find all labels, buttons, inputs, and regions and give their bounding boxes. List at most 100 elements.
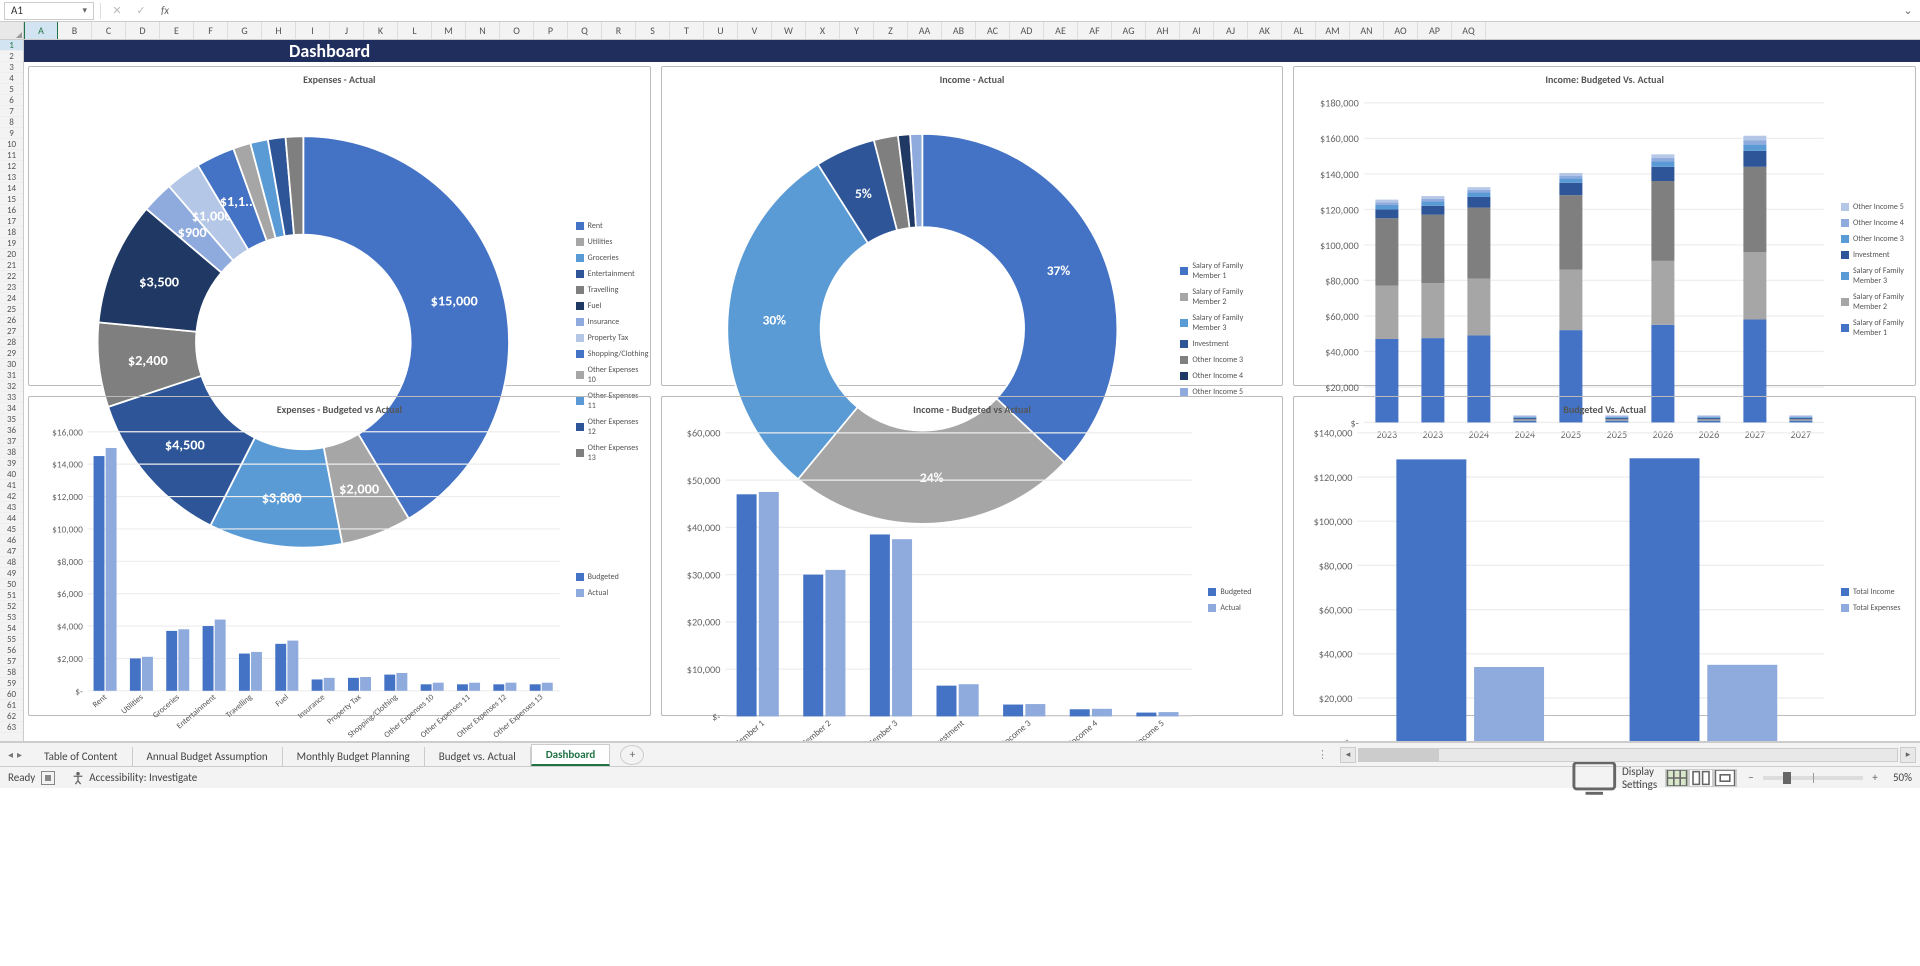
row-header[interactable]: 27 — [0, 326, 23, 337]
row-header[interactable]: 28 — [0, 337, 23, 348]
fx-icon[interactable]: fx — [155, 2, 175, 20]
column-header[interactable]: B — [58, 22, 92, 39]
row-header[interactable]: 16 — [0, 205, 23, 216]
column-header[interactable]: AK — [1248, 22, 1282, 39]
row-header[interactable]: 2 — [0, 51, 23, 62]
row-header[interactable]: 9 — [0, 128, 23, 139]
select-all-corner[interactable] — [0, 22, 24, 39]
column-header[interactable]: E — [160, 22, 194, 39]
column-header[interactable]: AH — [1146, 22, 1180, 39]
column-header[interactable]: G — [228, 22, 262, 39]
row-header[interactable]: 19 — [0, 238, 23, 249]
row-header[interactable]: 42 — [0, 491, 23, 502]
sheet-tab[interactable]: Monthly Budget Planning — [283, 747, 425, 766]
row-header[interactable]: 25 — [0, 304, 23, 315]
zoom-control[interactable]: − + 50% — [1743, 771, 1912, 784]
column-header[interactable]: V — [738, 22, 772, 39]
chart-income-actual[interactable]: Income - Actual 37%24%30%5% Salary of Fa… — [661, 66, 1284, 386]
column-header[interactable]: AL — [1282, 22, 1316, 39]
row-header[interactable]: 50 — [0, 579, 23, 590]
row-header[interactable]: 63 — [0, 722, 23, 733]
row-header[interactable]: 43 — [0, 502, 23, 513]
row-header[interactable]: 51 — [0, 590, 23, 601]
row-header[interactable]: 1 — [0, 40, 23, 51]
row-header[interactable]: 6 — [0, 95, 23, 106]
view-page-break-icon[interactable] — [1713, 769, 1737, 787]
row-header[interactable]: 62 — [0, 711, 23, 722]
column-header[interactable]: P — [534, 22, 568, 39]
column-header[interactable]: M — [432, 22, 466, 39]
row-header[interactable]: 53 — [0, 612, 23, 623]
add-sheet-button[interactable]: + — [620, 745, 644, 765]
zoom-level[interactable]: 50% — [1893, 771, 1912, 784]
row-header[interactable]: 45 — [0, 524, 23, 535]
tab-next-icon[interactable]: ▸ — [17, 748, 22, 761]
row-header[interactable]: 31 — [0, 370, 23, 381]
row-header[interactable]: 26 — [0, 315, 23, 326]
column-header[interactable]: F — [194, 22, 228, 39]
column-header[interactable]: AM — [1316, 22, 1350, 39]
row-header[interactable]: 40 — [0, 469, 23, 480]
scroll-thumb[interactable] — [1359, 749, 1439, 761]
row-header[interactable]: 49 — [0, 568, 23, 579]
row-header[interactable]: 46 — [0, 535, 23, 546]
column-header[interactable]: AN — [1350, 22, 1384, 39]
chart-total-budgeted-vs-actual[interactable]: Budgeted Vs. Actual $-$20,000$40,000$60,… — [1293, 396, 1916, 716]
row-header[interactable]: 17 — [0, 216, 23, 227]
row-header[interactable]: 52 — [0, 601, 23, 612]
column-header[interactable]: Y — [840, 22, 874, 39]
row-header[interactable]: 61 — [0, 700, 23, 711]
row-header[interactable]: 55 — [0, 634, 23, 645]
horizontal-scrollbar[interactable]: ◂ ▸ — [1336, 747, 1920, 763]
column-header[interactable]: T — [670, 22, 704, 39]
row-header[interactable]: 35 — [0, 414, 23, 425]
column-header[interactable]: C — [92, 22, 126, 39]
row-header[interactable]: 14 — [0, 183, 23, 194]
column-header[interactable]: H — [262, 22, 296, 39]
chart-income-budgeted-vs-actual-stacked[interactable]: Income: Budgeted Vs. Actual $-$20,000$40… — [1293, 66, 1916, 386]
column-header[interactable]: A — [24, 22, 58, 39]
scroll-left-icon[interactable]: ◂ — [1340, 747, 1356, 763]
zoom-slider[interactable] — [1763, 776, 1863, 780]
column-header[interactable]: AP — [1418, 22, 1452, 39]
column-header[interactable]: AF — [1078, 22, 1112, 39]
formula-input[interactable] — [179, 2, 1896, 20]
row-header[interactable]: 39 — [0, 458, 23, 469]
row-header[interactable]: 3 — [0, 62, 23, 73]
row-header[interactable]: 58 — [0, 667, 23, 678]
row-header[interactable]: 24 — [0, 293, 23, 304]
sheet-tab[interactable]: Table of Content — [30, 747, 132, 766]
row-header[interactable]: 48 — [0, 557, 23, 568]
view-page-layout-icon[interactable] — [1689, 769, 1713, 787]
spreadsheet-grid[interactable]: 1234567891011121314151617181920212223242… — [0, 40, 1920, 742]
column-header[interactable]: AI — [1180, 22, 1214, 39]
column-header[interactable]: AD — [1010, 22, 1044, 39]
row-header[interactable]: 30 — [0, 359, 23, 370]
row-header[interactable]: 34 — [0, 403, 23, 414]
row-header[interactable]: 11 — [0, 150, 23, 161]
row-header[interactable]: 15 — [0, 194, 23, 205]
column-header[interactable]: L — [398, 22, 432, 39]
column-header[interactable]: AO — [1384, 22, 1418, 39]
scroll-track[interactable] — [1358, 748, 1898, 762]
row-header[interactable]: 54 — [0, 623, 23, 634]
chevron-down-icon[interactable]: ▾ — [82, 5, 87, 16]
sheet-tab[interactable]: Annual Budget Assumption — [133, 747, 283, 766]
row-header[interactable]: 47 — [0, 546, 23, 557]
row-header[interactable]: 7 — [0, 106, 23, 117]
row-header[interactable]: 4 — [0, 73, 23, 84]
name-box[interactable]: A1 ▾ — [4, 2, 94, 20]
column-header[interactable]: R — [602, 22, 636, 39]
sheet-tab[interactable]: Budget vs. Actual — [425, 747, 531, 766]
macro-record-icon[interactable] — [41, 771, 55, 785]
row-header[interactable]: 5 — [0, 84, 23, 95]
row-header[interactable]: 32 — [0, 381, 23, 392]
row-header[interactable]: 41 — [0, 480, 23, 491]
column-header[interactable]: AG — [1112, 22, 1146, 39]
column-header[interactable]: K — [364, 22, 398, 39]
row-header[interactable]: 57 — [0, 656, 23, 667]
view-normal-icon[interactable] — [1665, 769, 1689, 787]
column-header[interactable]: O — [500, 22, 534, 39]
row-header[interactable]: 36 — [0, 425, 23, 436]
column-header[interactable]: N — [466, 22, 500, 39]
